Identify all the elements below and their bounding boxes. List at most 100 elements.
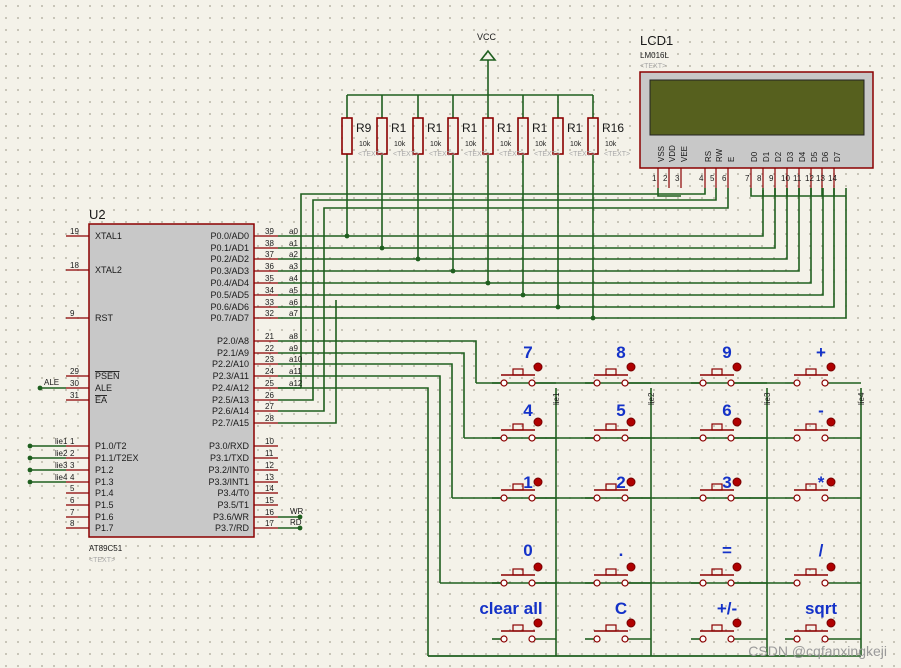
lcd-pin-num: 5 xyxy=(710,174,715,183)
mcu-pin-num: 2 xyxy=(70,449,75,458)
switch-contact xyxy=(821,494,829,502)
mcu-pin-num: 25 xyxy=(265,379,274,388)
junction-dot xyxy=(450,268,456,274)
key-label: 6 xyxy=(722,401,731,420)
lcd-pin-num: 8 xyxy=(757,174,762,183)
resistor-body xyxy=(517,117,529,155)
switch-contact xyxy=(699,579,707,587)
mcu-pin-name: P2.5/A13 xyxy=(212,395,249,405)
switch-cap xyxy=(512,483,524,491)
switch-indicator xyxy=(826,562,836,572)
switch-indicator xyxy=(826,417,836,427)
mcu-pin-num: 17 xyxy=(265,519,274,528)
net-label-ale: ALE xyxy=(44,378,59,387)
junction-dot xyxy=(37,385,43,391)
mcu-pin-name: P1.3 xyxy=(95,477,114,487)
key-label: * xyxy=(818,473,825,492)
switch-contact xyxy=(593,579,601,587)
p2-row-wire xyxy=(278,363,453,498)
vcc-arrow xyxy=(479,49,497,61)
mcu-pin-name: XTAL2 xyxy=(95,265,122,275)
mcu-pin-name: P0.1/AD1 xyxy=(210,243,249,253)
switch-cap xyxy=(512,624,524,632)
lcd-pin-name: D5 xyxy=(810,151,819,162)
lcd-pin-name: D1 xyxy=(762,151,771,162)
mcu-pin-name: P3.1/TXD xyxy=(210,453,250,463)
lcd-pin-name: D2 xyxy=(774,151,783,162)
switch-indicator xyxy=(732,477,742,487)
lcd-data-stub xyxy=(798,188,811,197)
mcu-pin-name: P1.1/T2EX xyxy=(95,453,139,463)
switch-indicator xyxy=(626,562,636,572)
key-label: 9 xyxy=(722,343,731,362)
switch-indicator xyxy=(626,417,636,427)
resistor-text-placeholder: <TEXT> xyxy=(393,151,419,158)
lcd-pin-name: VDD xyxy=(668,145,677,162)
junction-dot xyxy=(27,479,33,485)
mcu-pin-name: ALE xyxy=(95,383,112,393)
mcu-pin-name: P1.6 xyxy=(95,512,114,522)
switch-contact xyxy=(793,434,801,442)
net-label: a2 xyxy=(289,250,298,259)
resistor-text-placeholder: <TEXT> xyxy=(604,151,630,158)
net-label: lie2 xyxy=(55,449,68,458)
switch-contact xyxy=(621,635,629,643)
mcu-pin-name: P2.7/A15 xyxy=(212,418,249,428)
lcd-pin-name: D4 xyxy=(798,151,807,162)
lcd-pin-num: 6 xyxy=(722,174,727,183)
key-label: +/- xyxy=(717,599,737,618)
lcd-pin-name: D0 xyxy=(750,151,759,162)
resistor-ref: R1 xyxy=(532,121,548,135)
lcd-pin-name: RW xyxy=(715,148,724,162)
switch-cap xyxy=(805,423,817,431)
switch-contact xyxy=(500,579,508,587)
net-label: a4 xyxy=(289,274,298,283)
resistor-ref: R1 xyxy=(497,121,513,135)
mcu-pin-num: 16 xyxy=(265,508,274,517)
vcc-label: VCC xyxy=(477,32,497,42)
lcd-data-stub xyxy=(774,188,787,197)
switch-cap xyxy=(512,368,524,376)
lcd-pin-name: D3 xyxy=(786,151,795,162)
mcu-pin-name: P0.4/AD4 xyxy=(210,278,249,288)
resistor-body xyxy=(341,117,353,155)
resistor-value: 10k xyxy=(430,141,442,148)
key-label: - xyxy=(818,401,824,420)
net-label: a7 xyxy=(289,309,298,318)
switch-contact xyxy=(528,494,536,502)
mcu-pin-num: 8 xyxy=(70,519,75,528)
mcu-pin-num: 3 xyxy=(70,461,75,470)
switch-cap xyxy=(805,624,817,632)
mcu-pin-name: P2.4/A12 xyxy=(212,383,249,393)
lcd-pin-num: 12 xyxy=(805,174,814,183)
key-label: 5 xyxy=(616,401,625,420)
switch-indicator xyxy=(533,477,543,487)
key-label: / xyxy=(819,541,824,560)
mcu-pin-name: P3.3/INT1 xyxy=(208,477,249,487)
mcu-pin-num: 7 xyxy=(70,508,75,517)
net-label: lie1 xyxy=(55,437,68,446)
mcu-pin-name: P0.2/AD2 xyxy=(210,254,249,264)
resistor-text-placeholder: <TEXT> xyxy=(429,151,455,158)
switch-cap xyxy=(805,368,817,376)
switch-contact xyxy=(727,379,735,387)
lcd-screen xyxy=(649,79,865,136)
lcd-e-wire xyxy=(278,188,729,412)
lcd-pin-name: E xyxy=(727,157,736,162)
switch-cap xyxy=(711,624,723,632)
lcd-text-placeholder: <TEXT> xyxy=(640,63,666,70)
switch-indicator xyxy=(626,618,636,628)
switch-contact xyxy=(500,434,508,442)
net-label-column: lie1 xyxy=(552,392,561,405)
key-label: . xyxy=(619,541,624,560)
mcu-pin-name: P1.4 xyxy=(95,488,114,498)
junction-dot xyxy=(27,443,33,449)
lcd-pin-num: 11 xyxy=(793,174,802,183)
junction-dot xyxy=(415,256,421,262)
mcu-pin-num: 24 xyxy=(265,367,274,376)
mcu-pin-num: 35 xyxy=(265,274,274,283)
resistor-value: 10k xyxy=(570,141,582,148)
key-label: 8 xyxy=(616,343,625,362)
mcu-pin-num: 14 xyxy=(265,484,274,493)
p0-bus-wire xyxy=(278,190,764,237)
